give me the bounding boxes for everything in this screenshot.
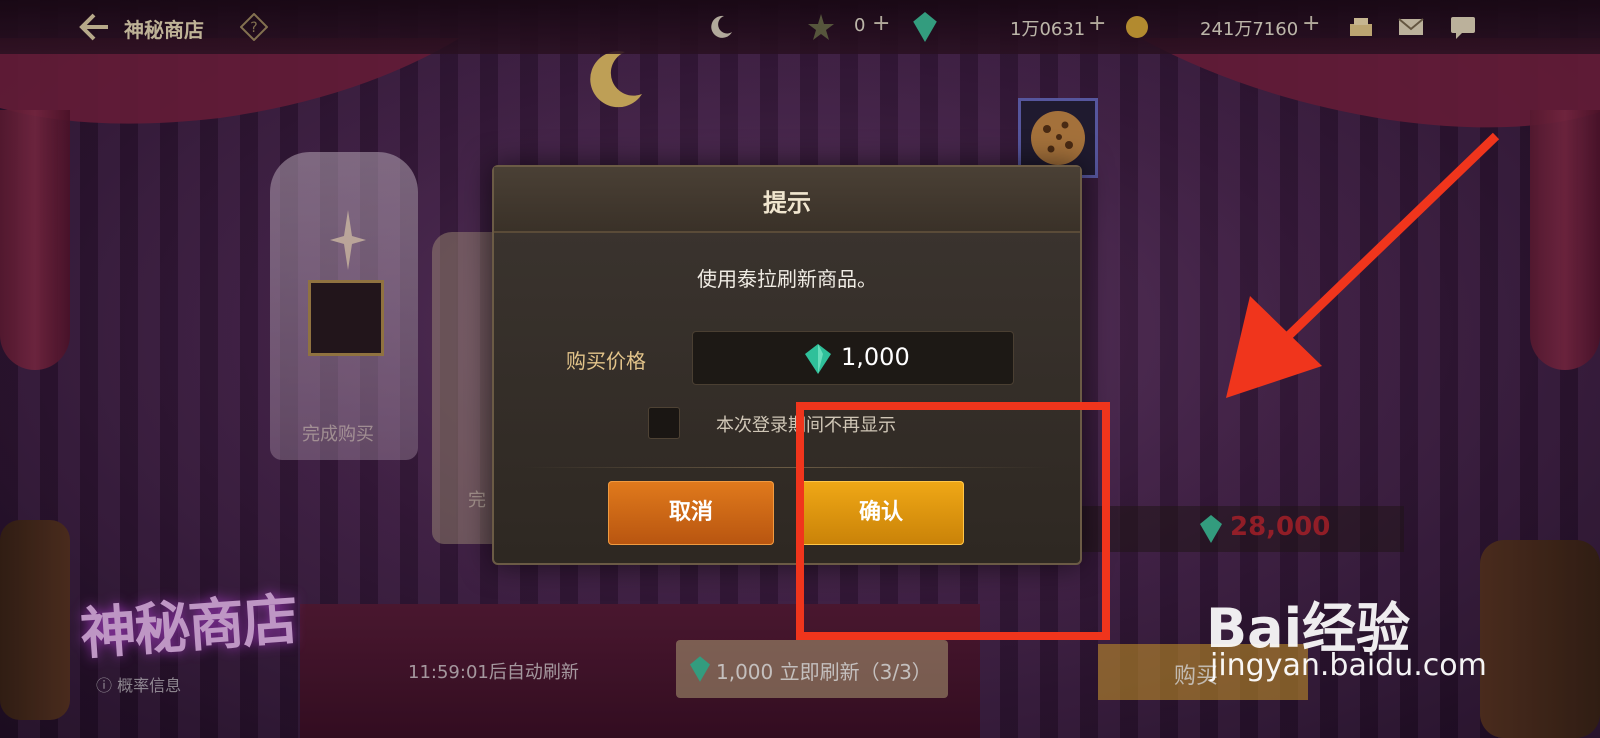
price-display: 1,000 <box>692 331 1014 385</box>
price-value: 1,000 <box>841 343 910 371</box>
annotation-arrow <box>1226 132 1500 398</box>
highlight-box <box>796 402 1110 640</box>
dont-show-again-checkbox[interactable] <box>648 407 680 439</box>
dialog-title: 提示 <box>763 189 811 217</box>
gem-icon <box>805 344 831 374</box>
dialog-header: 提示 <box>494 167 1080 233</box>
cancel-button[interactable]: 取消 <box>608 481 774 545</box>
baidu-watermark-url: jingyan.baidu.com <box>1210 648 1487 683</box>
price-label: 购买价格 <box>566 349 646 373</box>
dialog-message: 使用泰拉刷新商品。 <box>697 267 877 291</box>
